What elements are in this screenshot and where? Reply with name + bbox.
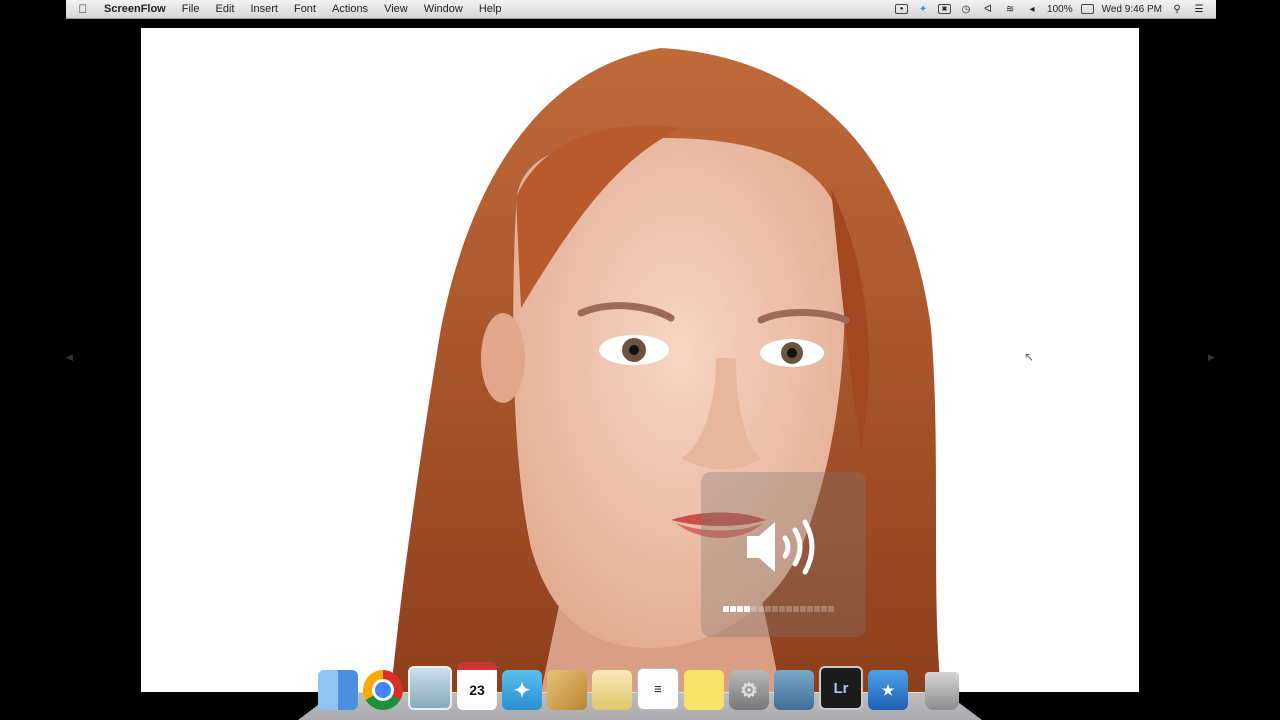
volume-level-bar <box>723 606 834 612</box>
volume-segment <box>814 606 820 612</box>
speaker-icon <box>747 519 815 575</box>
preview-icon[interactable] <box>408 666 452 710</box>
volume-segment <box>779 606 785 612</box>
volume-hud <box>701 472 866 637</box>
menu-font[interactable]: Font <box>286 3 324 15</box>
calendar-day: 23 <box>469 682 485 698</box>
twitter-icon[interactable]: ✦ <box>916 4 930 15</box>
volume-segment <box>821 606 827 612</box>
box-icon[interactable]: ▣ <box>938 4 952 14</box>
lightroom-label: Lr <box>833 679 849 697</box>
menu-edit[interactable]: Edit <box>207 3 242 15</box>
volume-segment <box>751 606 757 612</box>
lightroom-icon[interactable]: Lr <box>819 666 863 710</box>
textedit-icon[interactable]: ☰ <box>637 668 679 710</box>
menu-window[interactable]: Window <box>416 3 471 15</box>
spotlight-icon[interactable]: ⚲ <box>1170 4 1184 15</box>
volume-segment <box>737 606 743 612</box>
menu-view[interactable]: View <box>376 3 416 15</box>
battery-icon[interactable] <box>1080 4 1094 14</box>
volume-segment <box>765 606 771 612</box>
calendar-icon[interactable]: 23 <box>457 662 497 710</box>
right-edge-arrow-icon: ▶ <box>1208 352 1215 362</box>
status-area: ● ✦ ▣ ◷ ᐊ ≋ ◂ 100% Wed 9:46 PM ⚲ ☰ <box>895 4 1216 15</box>
iphoto-icon[interactable] <box>774 670 814 710</box>
screenflow-icon[interactable]: ● <box>895 4 909 14</box>
volume-icon[interactable]: ◂ <box>1025 4 1039 15</box>
apple-menu-icon[interactable]:  <box>66 2 100 16</box>
finder-icon[interactable] <box>318 670 358 710</box>
menu-file[interactable]: File <box>174 3 208 15</box>
chrome-icon[interactable] <box>363 670 403 710</box>
mouse-cursor-icon: ↖ <box>1024 350 1035 364</box>
menu-bar:  ScreenFlow File Edit Insert Font Actio… <box>66 0 1216 19</box>
timemachine-icon[interactable]: ◷ <box>959 4 973 15</box>
portrait-photo <box>391 48 941 692</box>
clock[interactable]: Wed 9:46 PM <box>1102 4 1162 15</box>
volume-segment <box>828 606 834 612</box>
volume-segment <box>786 606 792 612</box>
dock: 23 ✦ ☰ ⚙ Lr ★ <box>298 662 982 720</box>
trash-icon[interactable] <box>925 672 959 710</box>
volume-segment <box>807 606 813 612</box>
menu-actions[interactable]: Actions <box>324 3 376 15</box>
volume-segment <box>772 606 778 612</box>
left-edge-arrow-icon: ◀ <box>66 352 73 362</box>
wifi-icon[interactable]: ≋ <box>1003 4 1017 15</box>
menu-help[interactable]: Help <box>471 3 510 15</box>
volume-segment <box>800 606 806 612</box>
photo-canvas: ↖ <box>141 28 1139 692</box>
bluetooth-icon[interactable]: ᐊ <box>981 4 995 15</box>
menu-app-name[interactable]: ScreenFlow <box>100 3 174 15</box>
system-preferences-icon[interactable]: ⚙ <box>729 670 769 710</box>
stickies-icon[interactable] <box>684 670 724 710</box>
notifications-icon[interactable]: ☰ <box>1192 4 1206 15</box>
notes-icon[interactable] <box>592 670 632 710</box>
menu-insert[interactable]: Insert <box>242 3 286 15</box>
twitter-dock-icon[interactable]: ✦ <box>502 670 542 710</box>
volume-segment <box>744 606 750 612</box>
battery-percent[interactable]: 100% <box>1047 4 1073 15</box>
imovie-icon[interactable]: ★ <box>868 670 908 710</box>
box-dock-icon[interactable] <box>547 670 587 710</box>
volume-segment <box>758 606 764 612</box>
volume-segment <box>730 606 736 612</box>
volume-segment <box>793 606 799 612</box>
volume-segment <box>723 606 729 612</box>
